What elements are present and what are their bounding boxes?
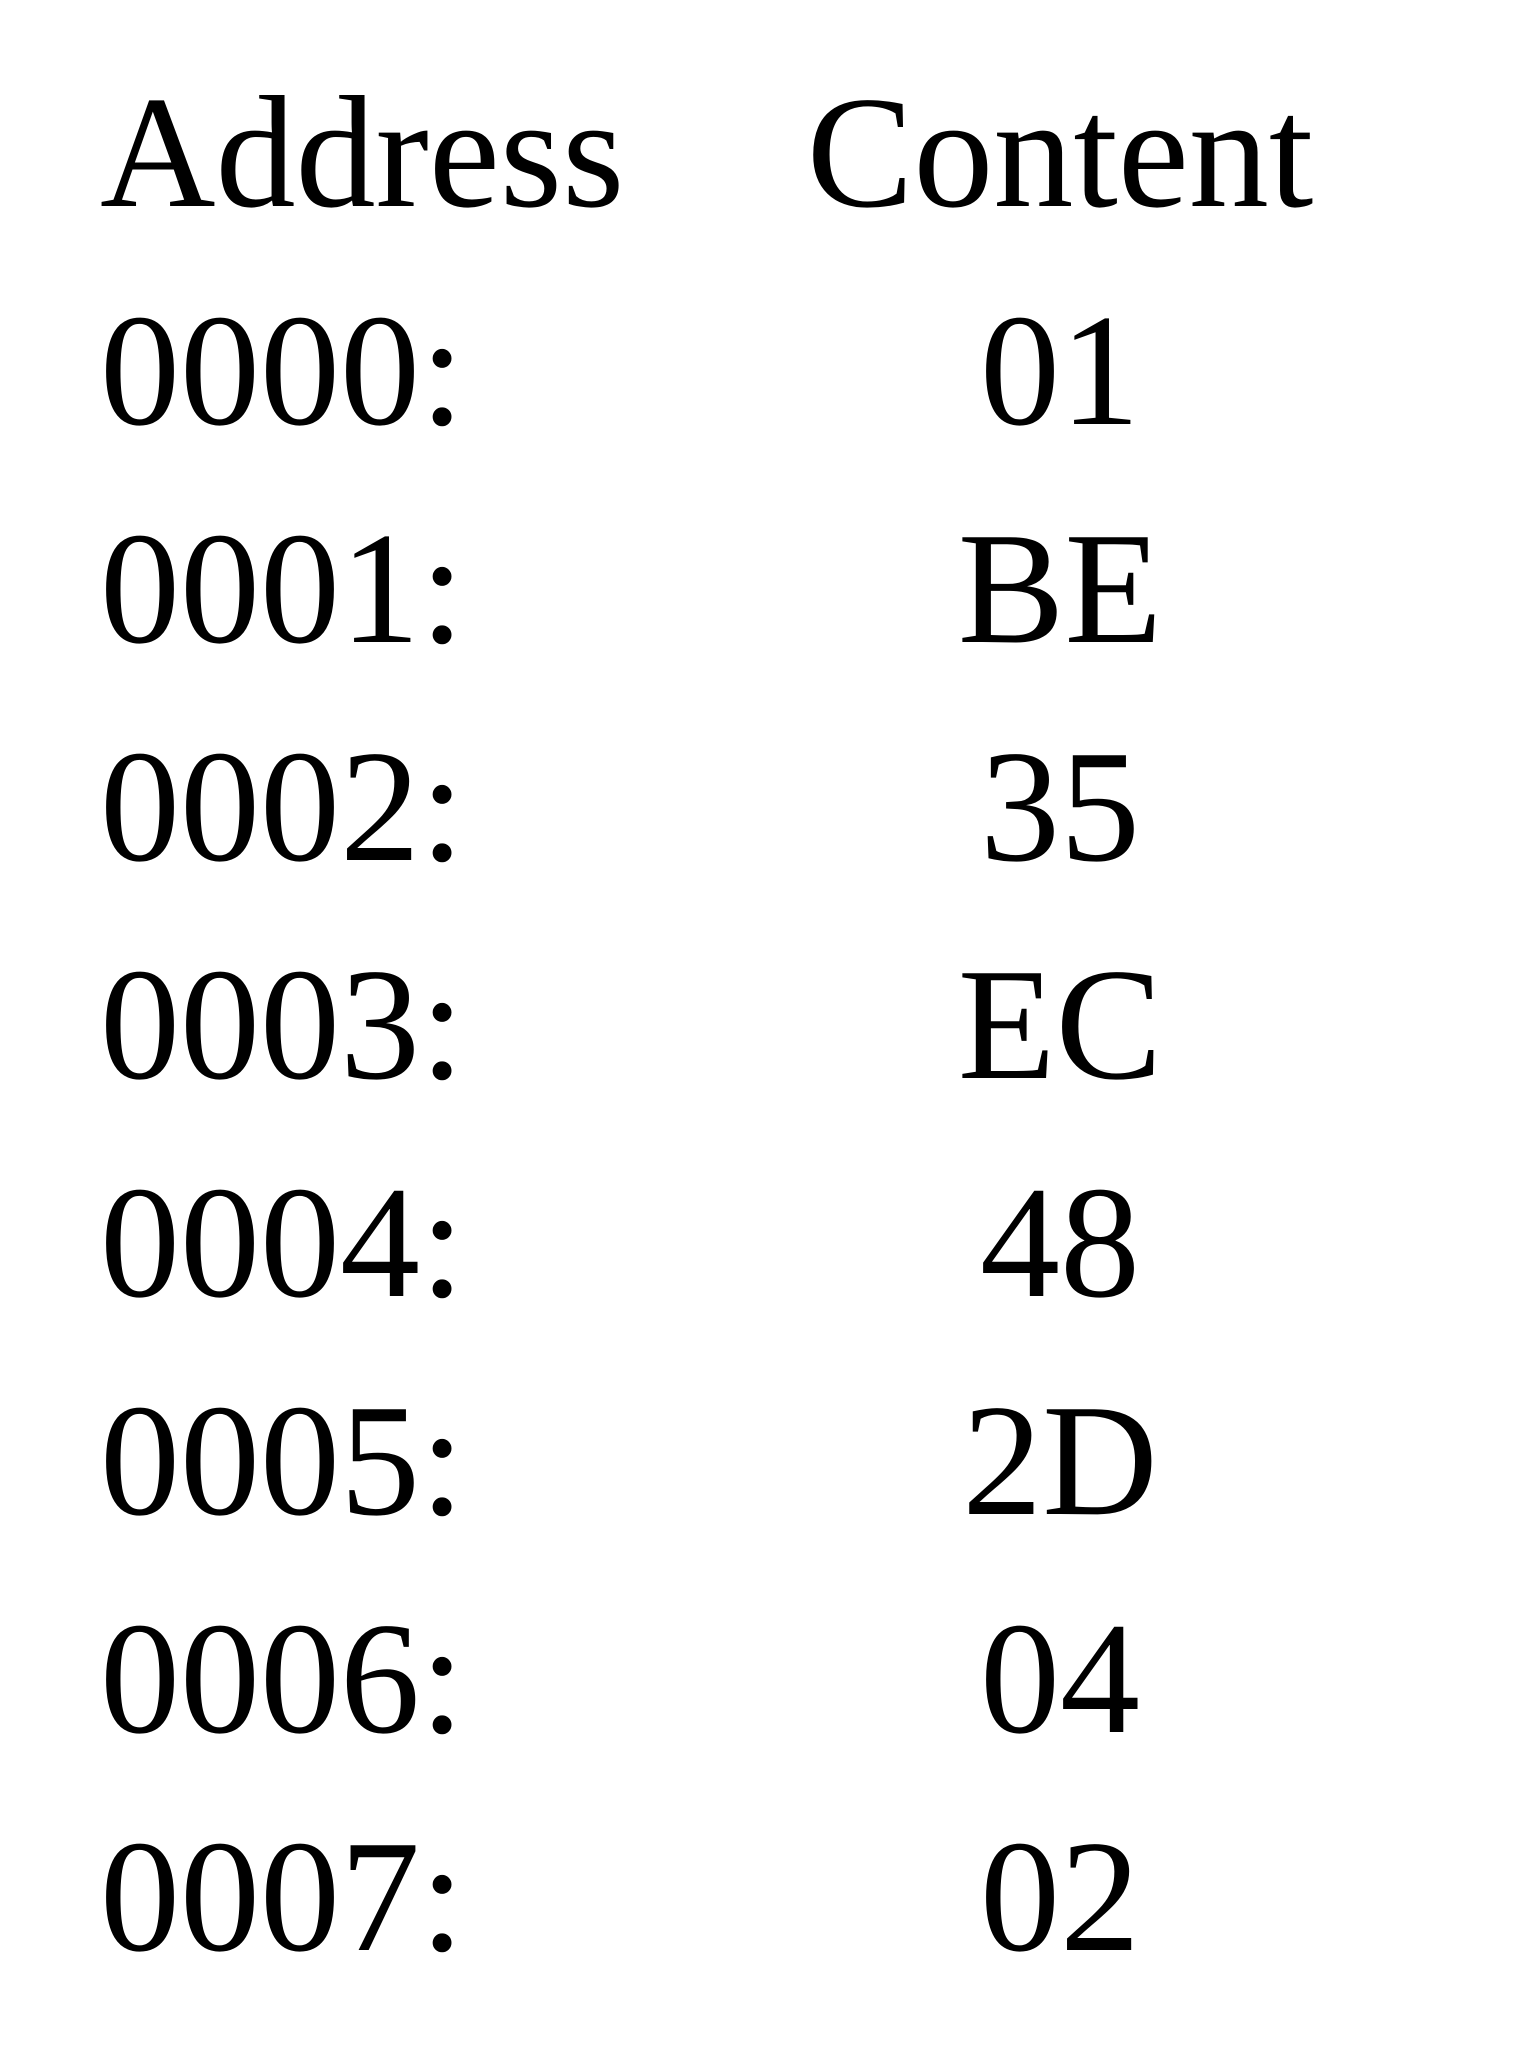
content-cell: 2D <box>740 1368 1380 1552</box>
address-cell: 0003: <box>100 932 740 1116</box>
content-cell: EC <box>740 932 1380 1116</box>
content-cell: 01 <box>740 278 1380 462</box>
content-cell: BE <box>740 496 1380 680</box>
address-cell: 0002: <box>100 714 740 898</box>
content-cell: 48 <box>740 1150 1380 1334</box>
memory-table: Address Content 0000: 01 0001: BE 0002: … <box>100 60 1448 1988</box>
content-cell: 02 <box>740 1804 1380 1988</box>
column-header-content: Content <box>740 60 1380 244</box>
address-cell: 0000: <box>100 278 740 462</box>
address-cell: 0005: <box>100 1368 740 1552</box>
address-cell: 0006: <box>100 1586 740 1770</box>
address-cell: 0007: <box>100 1804 740 1988</box>
memory-table-page: Address Content 0000: 01 0001: BE 0002: … <box>0 0 1528 1988</box>
column-header-address: Address <box>100 60 740 244</box>
content-cell: 35 <box>740 714 1380 898</box>
address-cell: 0004: <box>100 1150 740 1334</box>
address-cell: 0001: <box>100 496 740 680</box>
content-cell: 04 <box>740 1586 1380 1770</box>
